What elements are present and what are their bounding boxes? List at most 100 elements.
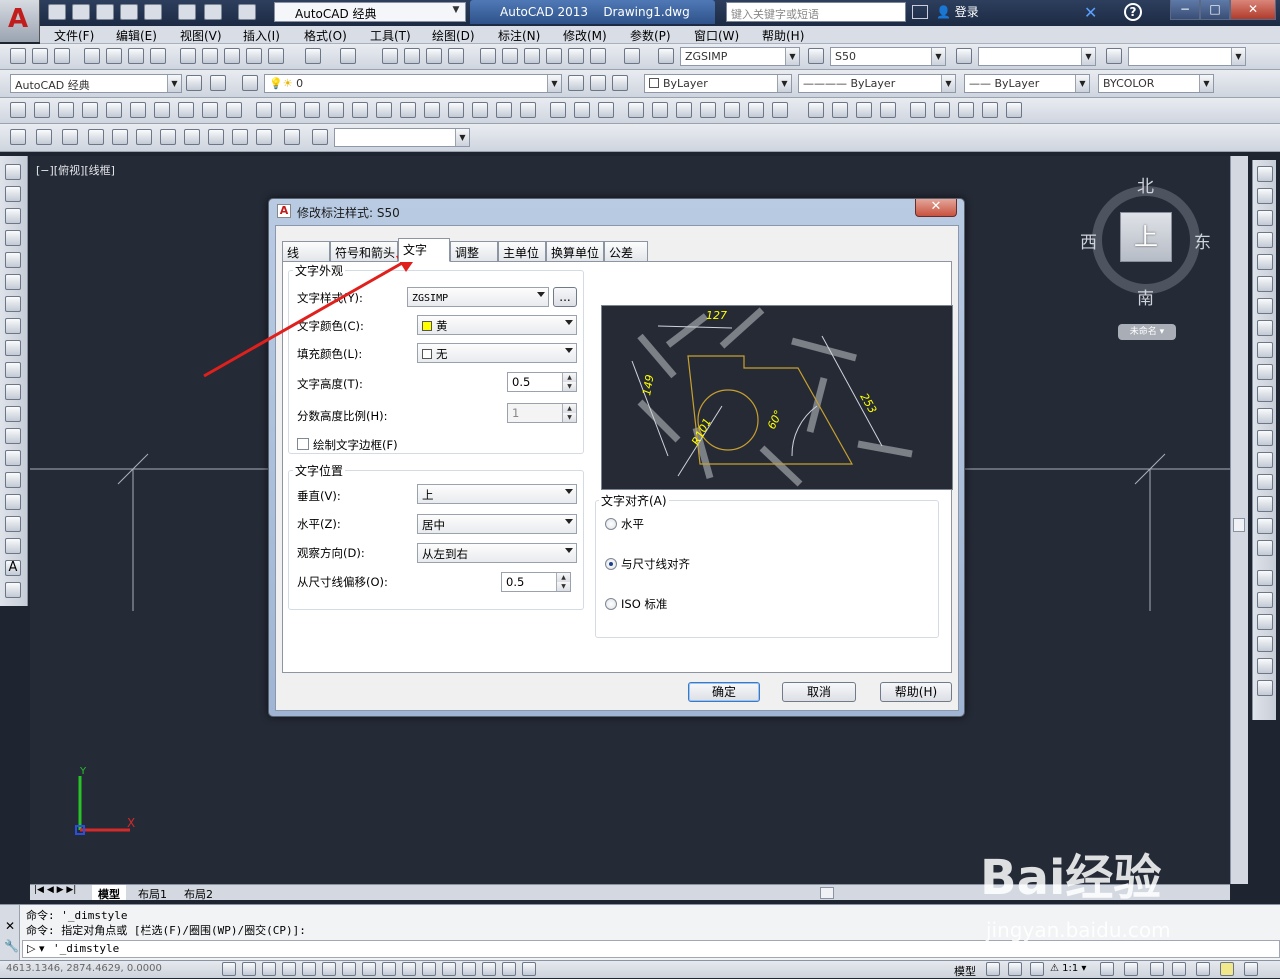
annotation-scale[interactable]: ⚠ 1:1 ▾ [1050,963,1086,974]
visual-style-hidden-icon[interactable] [832,102,848,118]
menu-modify[interactable]: 修改(M) [563,27,607,44]
sphere-icon[interactable] [106,102,122,118]
auto-scale-icon[interactable] [1124,962,1138,976]
linetype-select[interactable]: ———— ByLayer ▼ [798,74,956,93]
planar-surface-icon[interactable] [226,102,242,118]
ducs-icon[interactable] [382,962,396,976]
pan-icon[interactable] [1030,962,1044,976]
viewcube-face-top[interactable]: 上 [1120,212,1172,262]
chamfer-icon[interactable] [1257,474,1273,490]
align-horizontal-radio[interactable] [605,518,617,530]
quick-view-layouts-icon[interactable] [986,962,1000,976]
undo-icon[interactable] [305,48,321,64]
extrude-icon[interactable] [256,102,272,118]
ucs-object-icon[interactable] [724,102,740,118]
menu-tools[interactable]: 工具(T) [370,27,411,44]
ortho-icon[interactable] [282,962,296,976]
markup-icon[interactable] [568,48,584,64]
text-style-select[interactable]: ZGSIMP [407,287,549,307]
circle-icon[interactable] [5,296,21,312]
selection-cycling-icon[interactable] [482,962,496,976]
design-center-icon[interactable] [502,48,518,64]
rotate-icon[interactable] [1257,298,1273,314]
ucs-menu[interactable]: 未命名 ▾ [1118,324,1176,340]
torus-icon[interactable] [154,102,170,118]
visual-style-wireframe-icon[interactable] [808,102,824,118]
draw-frame-checkbox[interactable] [297,438,309,450]
menu-window[interactable]: 窗口(W) [694,27,739,44]
spin-down-icon[interactable]: ▼ [562,382,576,391]
save-icon[interactable] [54,48,70,64]
search-input[interactable]: 键入关键字或短语 [726,2,906,22]
tab-fit[interactable]: 调整 [450,241,498,261]
dyn-icon[interactable] [402,962,416,976]
quickcalc-icon[interactable] [590,48,606,64]
view-bottom-icon[interactable] [934,102,950,118]
menu-draw[interactable]: 绘图(D) [432,27,475,44]
text-style-select[interactable]: ZGSIMP ▼ [680,47,800,66]
menu-format[interactable]: 格式(O) [304,27,347,44]
menu-dimension[interactable]: 标注(N) [498,27,540,44]
application-menu-button[interactable]: A [0,0,40,42]
box-icon[interactable] [34,102,50,118]
maximize-button[interactable]: □ [1200,0,1230,20]
paste-icon[interactable] [224,48,240,64]
render-icon[interactable] [284,129,300,145]
mesh-wedge-icon[interactable] [36,129,52,145]
zoom-previous-icon[interactable] [448,48,464,64]
mesh-pyramid-icon[interactable] [160,129,176,145]
mesh-cone-icon[interactable] [62,129,78,145]
align-iso-radio[interactable] [605,598,617,610]
region-icon[interactable] [5,516,21,532]
ucs-origin-icon[interactable] [772,102,788,118]
make-current-layer-icon[interactable] [568,75,584,91]
open-icon[interactable] [32,48,48,64]
align-with-dimline-radio[interactable] [605,558,617,570]
polar-icon[interactable] [302,962,316,976]
vertical-scrollbar[interactable] [1230,156,1248,884]
annotation-visibility-icon[interactable] [1100,962,1114,976]
join-icon[interactable] [1257,452,1273,468]
viewcube[interactable]: 上 北 南 西 东 [1080,176,1211,309]
exchange-icon[interactable]: ✕ [1084,3,1102,22]
grid-icon[interactable] [262,962,276,976]
trim-icon[interactable] [1257,364,1273,380]
3d-move-icon[interactable] [448,102,464,118]
ellipse-icon[interactable] [5,362,21,378]
presspull-icon[interactable] [280,102,296,118]
gradient-icon[interactable] [5,494,21,510]
offset-input[interactable]: 0.5 ▲ ▼ [501,572,571,592]
horizontal-select[interactable]: 居中 [417,514,577,534]
osnap-icon[interactable] [322,962,336,976]
tab-model[interactable]: 模型 [92,885,126,901]
viewcube-west[interactable]: 西 [1080,228,1097,253]
polysolid-icon[interactable] [10,102,26,118]
publish-icon[interactable] [128,48,144,64]
workspace-settings-icon[interactable] [210,75,226,91]
text-height-input[interactable]: 0.5 ▲ ▼ [507,372,577,392]
text-to-front-icon[interactable] [1257,658,1273,674]
menu-file[interactable]: 文件(F) [54,27,94,44]
polyline-icon[interactable] [5,208,21,224]
cut-icon[interactable] [180,48,196,64]
close-icon[interactable]: ✕ [5,919,15,933]
blend-curves-icon[interactable] [1257,518,1273,534]
scrollbar-thumb[interactable] [1233,518,1245,532]
spin-up-icon[interactable]: ▲ [562,373,576,382]
tab-primary-units[interactable]: 主单位 [498,241,546,261]
stretch-icon[interactable] [1257,342,1273,358]
3d-print-icon[interactable] [150,48,166,64]
pan-icon[interactable] [382,48,398,64]
menu-insert[interactable]: 插入(I) [243,27,280,44]
plus-icon[interactable] [522,962,536,976]
mesh-box-icon[interactable] [10,129,26,145]
toolbar-lock-icon[interactable] [1172,962,1186,976]
construction-line-icon[interactable] [5,186,21,202]
scale-icon[interactable] [1257,320,1273,336]
tab-layout2[interactable]: 布局2 [178,885,219,901]
ok-button[interactable]: 确定 [688,682,760,702]
dim-style-select[interactable]: S50 ▼ [830,47,946,66]
cylinder-icon[interactable] [130,102,146,118]
open-icon[interactable] [72,4,90,20]
lineweight-select[interactable]: —— ByLayer ▼ [964,74,1090,93]
